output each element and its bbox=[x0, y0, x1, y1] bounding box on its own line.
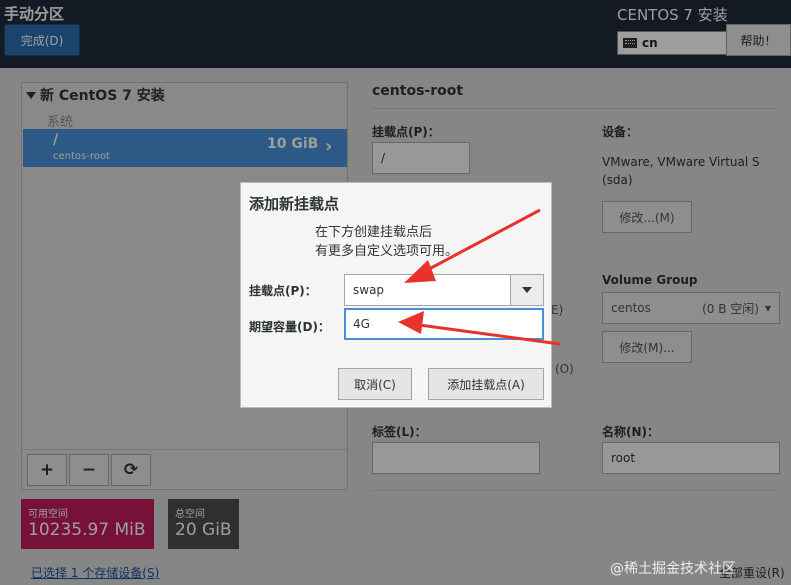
annotation-arrows bbox=[398, 208, 561, 346]
annotation-arrow bbox=[398, 311, 561, 346]
watermark: @稀土掘金技术社区 bbox=[610, 561, 736, 577]
annotation-arrow bbox=[404, 208, 541, 283]
